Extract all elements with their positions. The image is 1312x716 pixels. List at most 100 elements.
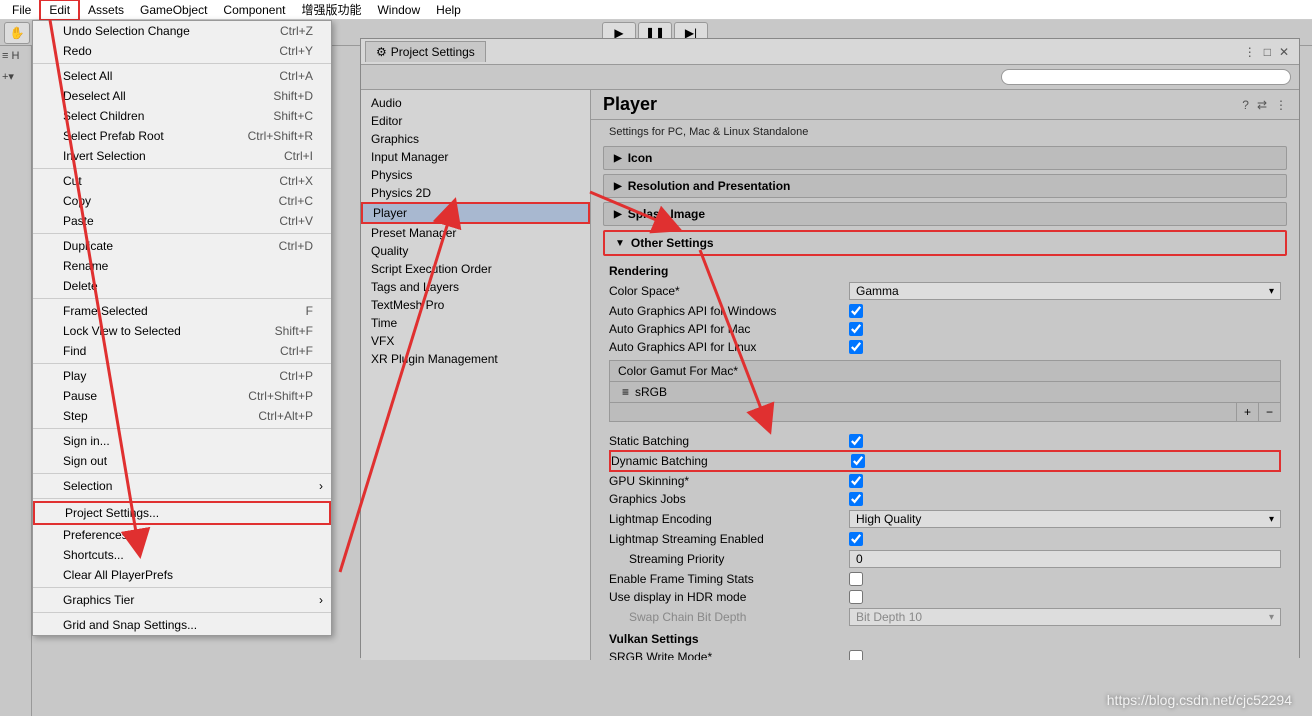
menu-item-select-children[interactable]: Select ChildrenShift+C (33, 106, 331, 126)
category-tags-and-layers[interactable]: Tags and Layers (361, 278, 590, 296)
menu-enhanced[interactable]: 增强版功能 (293, 0, 369, 20)
checkbox[interactable] (849, 650, 863, 660)
field-swap-chain: Swap Chain Bit Depth Bit Depth 10 (609, 606, 1281, 628)
section-other-settings[interactable]: ▼Other Settings (603, 230, 1287, 256)
menu-item-cut[interactable]: CutCtrl+X (33, 171, 331, 191)
category-input-manager[interactable]: Input Manager (361, 148, 590, 166)
shortcut-label: Ctrl+I (284, 149, 313, 163)
checkbox[interactable] (849, 340, 863, 354)
streaming-priority-input[interactable]: 0 (849, 550, 1281, 568)
hand-icon: ✋ (10, 26, 25, 40)
category-time[interactable]: Time (361, 314, 590, 332)
menu-edit[interactable]: Edit (39, 0, 80, 21)
menu-item-paste[interactable]: PasteCtrl+V (33, 211, 331, 231)
menu-item-undo-selection-change[interactable]: Undo Selection ChangeCtrl+Z (33, 21, 331, 41)
help-icon[interactable]: ? (1242, 98, 1249, 112)
category-player[interactable]: Player (361, 202, 590, 224)
menu-item-step[interactable]: StepCtrl+Alt+P (33, 406, 331, 426)
menu-item-clear-all-playerprefs[interactable]: Clear All PlayerPrefs (33, 565, 331, 585)
preset-icon[interactable]: ⇄ (1257, 98, 1267, 112)
menu-item-preferences-[interactable]: Preferences... (33, 525, 331, 545)
category-physics[interactable]: Physics (361, 166, 590, 184)
menu-item-shortcuts-[interactable]: Shortcuts... (33, 545, 331, 565)
menu-help[interactable]: Help (428, 1, 469, 19)
menu-item-select-prefab-root[interactable]: Select Prefab RootCtrl+Shift+R (33, 126, 331, 146)
checkbox[interactable] (849, 532, 863, 546)
menu-item-pause[interactable]: PauseCtrl+Shift+P (33, 386, 331, 406)
menu-item-sign-in-[interactable]: Sign in... (33, 431, 331, 451)
menu-item-label: Rename (63, 259, 108, 273)
lightmap-encoding-dropdown[interactable]: High Quality (849, 510, 1281, 528)
checkbox[interactable] (849, 492, 863, 506)
gamut-item[interactable]: ≡sRGB (610, 382, 1280, 402)
category-physics-2d[interactable]: Physics 2D (361, 184, 590, 202)
category-quality[interactable]: Quality (361, 242, 590, 260)
category-textmesh-pro[interactable]: TextMesh Pro (361, 296, 590, 314)
menu-gameobject[interactable]: GameObject (132, 1, 215, 19)
label: Lightmap Streaming Enabled (609, 532, 849, 546)
shortcut-label: Ctrl+V (279, 214, 313, 228)
checkbox[interactable] (849, 572, 863, 586)
window-menu-icon[interactable]: ⋮ (1244, 45, 1256, 59)
section-label: Splash Image (628, 207, 705, 221)
menu-item-delete[interactable]: Delete (33, 276, 331, 296)
menu-item-redo[interactable]: RedoCtrl+Y (33, 41, 331, 61)
hand-tool-button[interactable]: ✋ (4, 22, 30, 44)
menu-assets[interactable]: Assets (80, 1, 132, 19)
menu-icon[interactable]: ⋮ (1275, 98, 1287, 112)
checkbox[interactable] (851, 454, 865, 468)
menu-item-label: Grid and Snap Settings... (63, 618, 197, 632)
category-audio[interactable]: Audio (361, 94, 590, 112)
section-splash[interactable]: ▶ Splash Image (603, 202, 1287, 226)
label: Enable Frame Timing Stats (609, 572, 849, 586)
menu-item-sign-out[interactable]: Sign out (33, 451, 331, 471)
checkbox[interactable] (849, 322, 863, 336)
window-close-icon[interactable]: ✕ (1279, 45, 1289, 59)
window-tab-bar: ⚙ Project Settings ⋮ □ ✕ (361, 39, 1299, 65)
checkbox[interactable] (849, 474, 863, 488)
menu-item-selection[interactable]: Selection (33, 476, 331, 496)
expand-icon: ▶ (614, 181, 622, 192)
category-editor[interactable]: Editor (361, 112, 590, 130)
menu-item-duplicate[interactable]: DuplicateCtrl+D (33, 236, 331, 256)
gamut-label: sRGB (635, 385, 667, 399)
add-gamut-button[interactable]: + (1236, 403, 1258, 421)
section-resolution[interactable]: ▶Resolution and Presentation (603, 174, 1287, 198)
add-button[interactable]: +▾ (0, 66, 31, 87)
field-srgb-write: SRGB Write Mode* (609, 648, 1281, 660)
menu-item-deselect-all[interactable]: Deselect AllShift+D (33, 86, 331, 106)
menu-item-lock-view-to-selected[interactable]: Lock View to SelectedShift+F (33, 321, 331, 341)
window-maximize-icon[interactable]: □ (1264, 45, 1271, 59)
menu-item-grid-and-snap-settings-[interactable]: Grid and Snap Settings... (33, 615, 331, 635)
menu-component[interactable]: Component (215, 1, 293, 19)
menu-file[interactable]: File (4, 1, 39, 19)
category-graphics[interactable]: Graphics (361, 130, 590, 148)
menu-item-rename[interactable]: Rename (33, 256, 331, 276)
menu-item-play[interactable]: PlayCtrl+P (33, 366, 331, 386)
checkbox[interactable] (849, 304, 863, 318)
remove-gamut-button[interactable]: − (1258, 403, 1280, 421)
menu-item-project-settings-[interactable]: Project Settings... (33, 501, 331, 525)
label: Dynamic Batching (611, 454, 851, 468)
menu-item-invert-selection[interactable]: Invert SelectionCtrl+I (33, 146, 331, 166)
expand-icon: ▶ (614, 209, 622, 220)
menu-item-select-all[interactable]: Select AllCtrl+A (33, 66, 331, 86)
checkbox[interactable] (849, 590, 863, 604)
category-script-execution-order[interactable]: Script Execution Order (361, 260, 590, 278)
section-label: Icon (628, 151, 653, 165)
category-xr-plugin-management[interactable]: XR Plugin Management (361, 350, 590, 368)
category-preset-manager[interactable]: Preset Manager (361, 224, 590, 242)
menu-item-label: Select Prefab Root (63, 129, 164, 143)
hierarchy-tab[interactable]: ≡ H (0, 46, 31, 66)
checkbox[interactable] (849, 434, 863, 448)
menu-item-find[interactable]: FindCtrl+F (33, 341, 331, 361)
menu-item-graphics-tier[interactable]: Graphics Tier (33, 590, 331, 610)
category-vfx[interactable]: VFX (361, 332, 590, 350)
menu-window[interactable]: Window (369, 1, 428, 19)
color-space-dropdown[interactable]: Gamma (849, 282, 1281, 300)
menu-item-frame-selected[interactable]: Frame SelectedF (33, 301, 331, 321)
search-input[interactable] (1001, 69, 1291, 85)
project-settings-tab[interactable]: ⚙ Project Settings (365, 41, 486, 62)
menu-item-copy[interactable]: CopyCtrl+C (33, 191, 331, 211)
section-icon[interactable]: ▶Icon (603, 146, 1287, 170)
